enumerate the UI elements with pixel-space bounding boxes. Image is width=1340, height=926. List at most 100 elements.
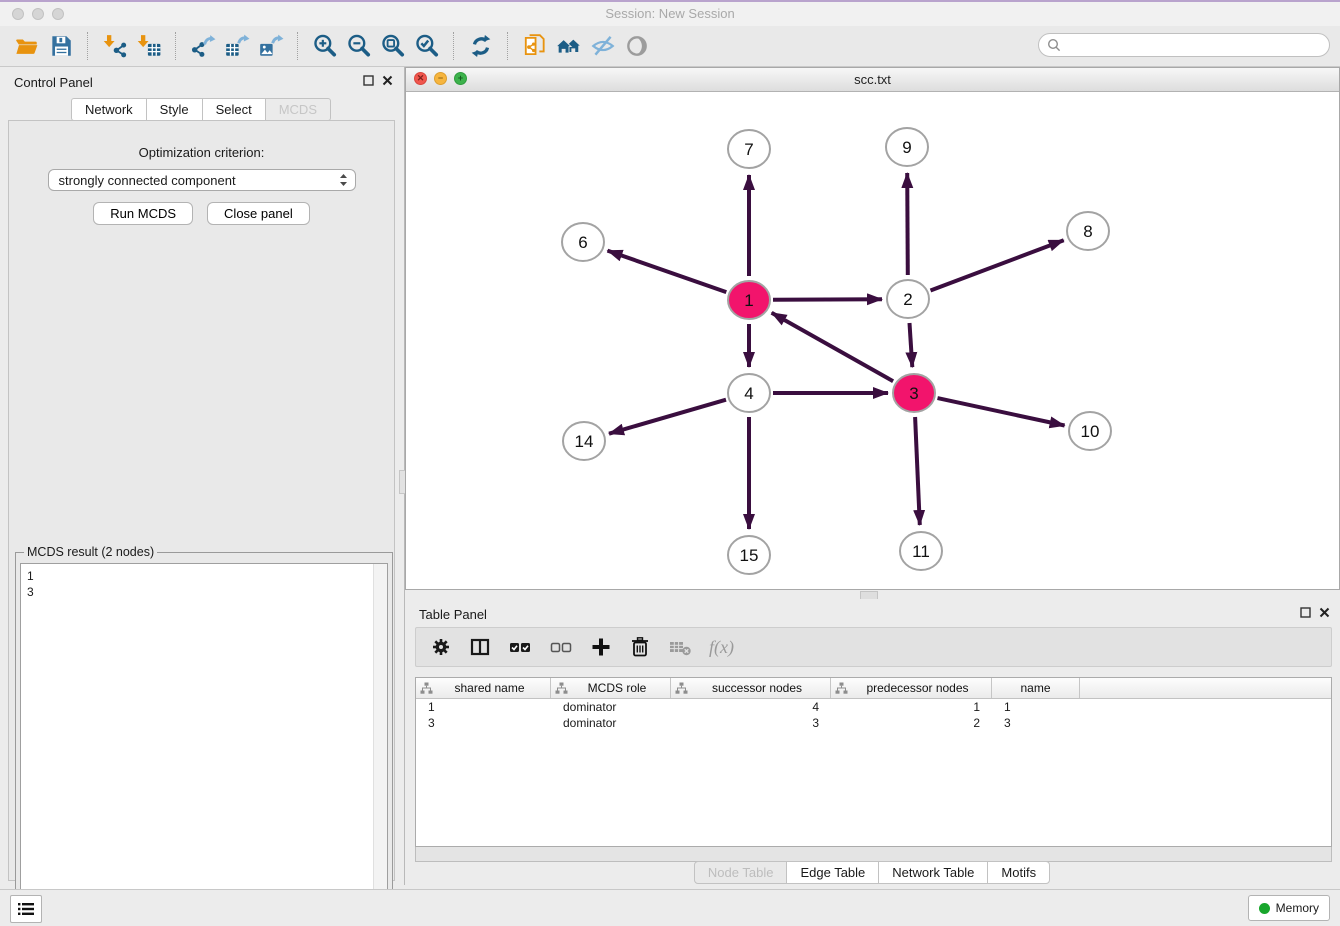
column-header-shared-name[interactable]: shared name: [416, 678, 551, 698]
table-cell: 1: [831, 700, 992, 714]
export-table-icon: [224, 33, 250, 59]
float-panel-icon[interactable]: [363, 75, 374, 86]
deselect-all-button[interactable]: [549, 636, 573, 658]
save-session-button[interactable]: [44, 30, 78, 62]
hide-panels-button[interactable]: [586, 30, 620, 62]
open-file-button[interactable]: [10, 30, 44, 62]
import-network-button[interactable]: [98, 30, 132, 62]
graph-node-11[interactable]: 11: [900, 532, 942, 570]
tab-motifs[interactable]: Motifs: [987, 861, 1050, 884]
table-cell: 3: [671, 716, 831, 730]
table-cell: dominator: [551, 700, 671, 714]
float-table-panel-icon[interactable]: [1300, 607, 1311, 618]
graph-edge-3-1[interactable]: [772, 313, 894, 381]
table-row[interactable]: 3dominator323: [416, 715, 1331, 731]
graph-node-8[interactable]: 8: [1067, 212, 1109, 250]
graph-node-label: 7: [744, 140, 753, 159]
close-panel-button[interactable]: Close panel: [207, 202, 310, 225]
tab-select[interactable]: Select: [202, 98, 266, 121]
graph-node-1[interactable]: 1: [728, 281, 770, 319]
home-button[interactable]: [552, 30, 586, 62]
import-table-button[interactable]: [132, 30, 166, 62]
export-image-button[interactable]: [254, 30, 288, 62]
graph-edge-1-6[interactable]: [608, 251, 727, 293]
plus-icon: [590, 636, 612, 658]
tab-network-table[interactable]: Network Table: [878, 861, 988, 884]
graph-node-label: 9: [902, 138, 911, 157]
tab-mcds[interactable]: MCDS: [265, 98, 331, 121]
table-cell: 1: [992, 700, 1080, 714]
toggle-panel-layout-button[interactable]: [469, 636, 491, 658]
graph-node-7[interactable]: 7: [728, 130, 770, 168]
graph-node-label: 1: [744, 291, 753, 310]
graph-edge-3-11[interactable]: [915, 417, 920, 525]
mcds-result-text: 1 3: [21, 564, 387, 604]
table-row[interactable]: 1dominator411: [416, 699, 1331, 715]
graph-edge-2-3[interactable]: [910, 323, 913, 367]
main-toolbar: [0, 26, 1340, 67]
close-table-panel-icon[interactable]: [1319, 607, 1330, 618]
export-table-button[interactable]: [220, 30, 254, 62]
graph-edge-1-2[interactable]: [773, 299, 882, 300]
criterion-dropdown-value: strongly connected component: [59, 173, 236, 188]
table-panel-tabs: Node Table Edge Table Network Table Moti…: [405, 861, 1340, 884]
column-flow-icon: [835, 682, 848, 695]
search-box[interactable]: [1038, 33, 1330, 57]
delete-row-button[interactable]: [629, 636, 651, 658]
graph-node-label: 15: [740, 546, 759, 565]
tab-edge-table[interactable]: Edge Table: [786, 861, 879, 884]
graph-node-14[interactable]: 14: [563, 422, 605, 460]
zoom-out-button[interactable]: [342, 30, 376, 62]
graph-node-9[interactable]: 9: [886, 128, 928, 166]
export-image-icon: [258, 33, 284, 59]
graph-edge-3-10[interactable]: [938, 398, 1065, 425]
table-settings-button[interactable]: [430, 636, 452, 658]
mcds-tab-content: Optimization criterion: strongly connect…: [8, 120, 395, 881]
toolbar-separator: [507, 32, 509, 60]
mcds-result-area[interactable]: 1 3: [20, 563, 388, 915]
table-hscroll-track[interactable]: [415, 847, 1332, 862]
search-input[interactable]: [1066, 37, 1321, 53]
clone-network-button[interactable]: [518, 30, 552, 62]
apply-function-button: f(x): [709, 637, 734, 658]
graph-node-label: 2: [903, 290, 912, 309]
run-mcds-button[interactable]: Run MCDS: [93, 202, 193, 225]
select-all-button[interactable]: [508, 636, 532, 658]
column-header-successor-nodes[interactable]: successor nodes: [671, 678, 831, 698]
zoom-selected-icon: [414, 33, 440, 59]
apply-layout-button[interactable]: [464, 30, 498, 62]
graph-node-3[interactable]: 3: [893, 374, 935, 412]
graph-node-10[interactable]: 10: [1069, 412, 1111, 450]
column-header-predecessor-nodes[interactable]: predecessor nodes: [831, 678, 992, 698]
control-panel-title: Control Panel: [14, 75, 93, 90]
unchecked-boxes-icon: [549, 636, 573, 658]
network-canvas[interactable]: 7 9 6 8 1 2 4 3 14 10 15 11: [406, 91, 1339, 589]
graph-node-2[interactable]: 2: [887, 280, 929, 318]
tab-style[interactable]: Style: [146, 98, 203, 121]
graph-edge-2-9[interactable]: [907, 173, 908, 275]
zoom-in-button[interactable]: [308, 30, 342, 62]
export-network-icon: [190, 33, 216, 59]
graph-node-6[interactable]: 6: [562, 223, 604, 261]
criterion-dropdown[interactable]: strongly connected component: [48, 169, 356, 191]
add-row-button[interactable]: [590, 636, 612, 658]
show-log-button[interactable]: [10, 895, 42, 923]
graph-edge-4-14[interactable]: [609, 400, 726, 434]
node-table: shared nameMCDS rolesuccessor nodesprede…: [415, 677, 1332, 847]
column-header-MCDS-role[interactable]: MCDS role: [551, 678, 671, 698]
column-header-name[interactable]: name: [992, 678, 1080, 698]
export-network-button[interactable]: [186, 30, 220, 62]
tab-network[interactable]: Network: [71, 98, 147, 121]
graph-node-4[interactable]: 4: [728, 374, 770, 412]
memory-button[interactable]: Memory: [1248, 895, 1330, 921]
zoom-fit-button[interactable]: [376, 30, 410, 62]
toolbar-separator: [453, 32, 455, 60]
close-panel-icon[interactable]: [382, 75, 393, 86]
result-scrollbar[interactable]: [373, 564, 387, 914]
zoom-out-icon: [346, 33, 372, 59]
graph-edge-2-8[interactable]: [931, 240, 1064, 290]
network-window-titlebar[interactable]: ✕ − + scc.txt: [406, 68, 1339, 92]
tab-node-table[interactable]: Node Table: [694, 861, 788, 884]
graph-node-15[interactable]: 15: [728, 536, 770, 574]
zoom-selected-button[interactable]: [410, 30, 444, 62]
